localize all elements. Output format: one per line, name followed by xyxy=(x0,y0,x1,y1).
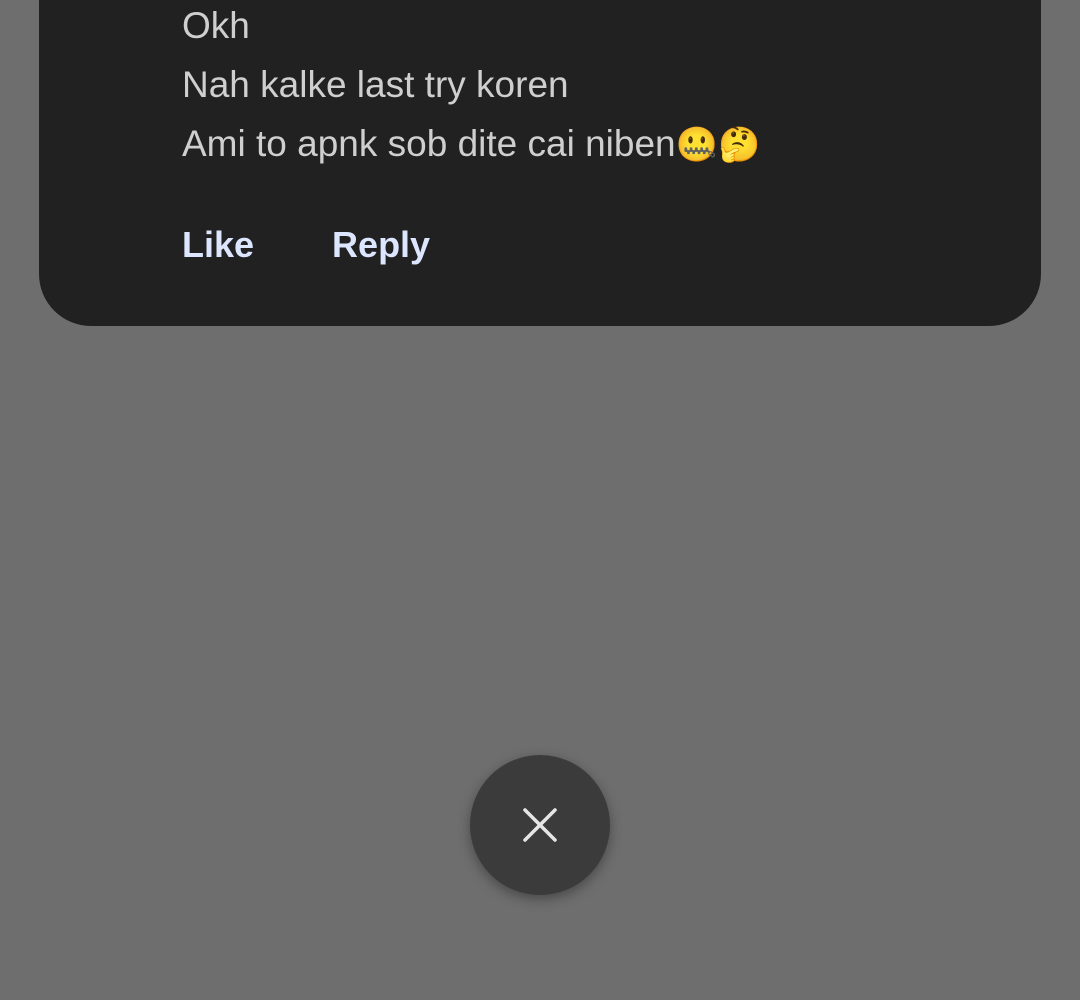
message-line: Okh xyxy=(182,0,760,55)
emoji-reaction-icons: 🤐🤔 xyxy=(675,125,761,165)
like-button[interactable]: Like xyxy=(182,223,254,267)
message-actions: Like Reply xyxy=(182,223,430,267)
screen: Okh Nah kalke last try koren Ami to apnk… xyxy=(0,0,1080,1000)
message-body: Okh Nah kalke last try koren Ami to apnk… xyxy=(182,0,760,173)
message-line-text: Nah kalke last try koren xyxy=(182,64,569,105)
message-line: Ami to apnk sob dite cai niben🤐🤔 xyxy=(182,114,760,173)
message-card: Okh Nah kalke last try koren Ami to apnk… xyxy=(39,0,1041,326)
reply-button[interactable]: Reply xyxy=(332,223,430,267)
message-line-text: Ami to apnk sob dite cai niben xyxy=(182,123,676,164)
message-line: Nah kalke last try koren xyxy=(182,55,760,114)
close-icon xyxy=(523,808,557,842)
close-button[interactable] xyxy=(470,755,610,895)
message-line-text: Okh xyxy=(182,5,250,46)
